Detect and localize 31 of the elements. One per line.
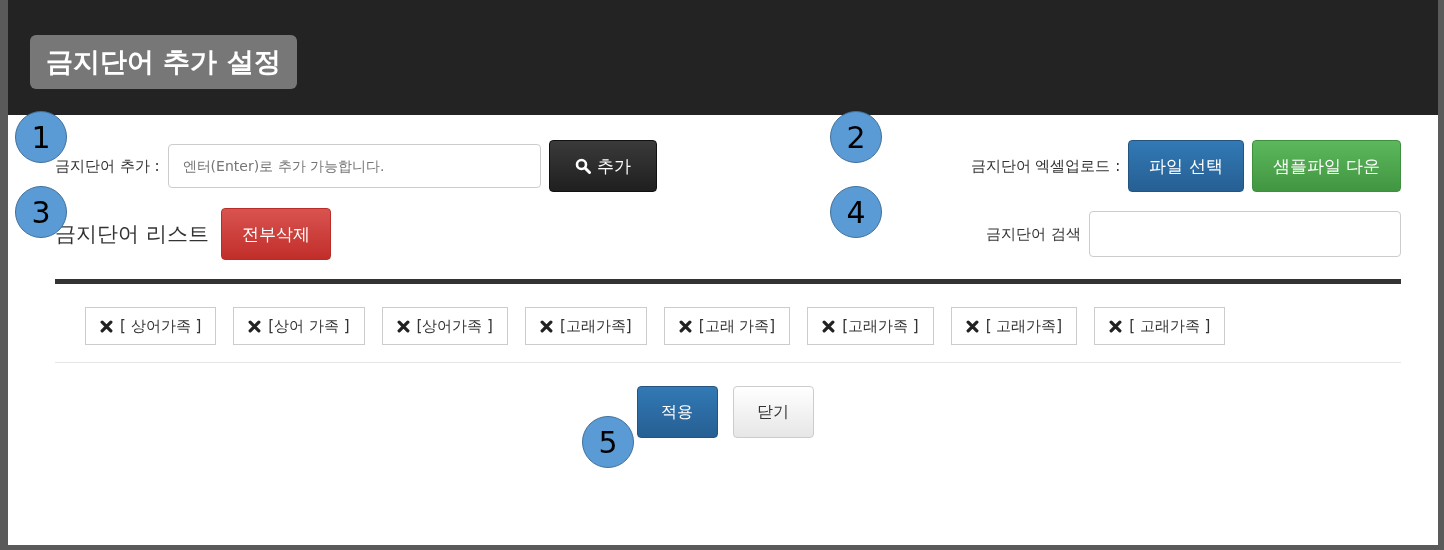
word-input[interactable]: 엔터(Enter)로 추가 가능합니다. bbox=[167, 144, 541, 188]
word-text: [ 고래가족 ] bbox=[1129, 316, 1211, 336]
upload-button[interactable]: 파일 선택 bbox=[1128, 140, 1244, 192]
search-icon bbox=[574, 158, 591, 174]
word-text: [ 상어가족 ] bbox=[120, 316, 202, 336]
remove-icon[interactable] bbox=[100, 319, 113, 333]
delete-all-button[interactable]: 전부삭제 bbox=[220, 208, 331, 260]
remove-icon[interactable] bbox=[965, 319, 979, 333]
callout-number: 4 bbox=[830, 186, 882, 238]
remove-icon[interactable] bbox=[396, 319, 410, 333]
word-text: [고래가족] bbox=[560, 316, 632, 336]
upload-label: 금지단어 엑셀업로드 : bbox=[970, 156, 1121, 176]
footer-button[interactable]: 적용 bbox=[636, 386, 718, 438]
search-field[interactable] bbox=[1089, 211, 1401, 257]
remove-icon[interactable] bbox=[678, 319, 692, 333]
word-text: [상어 가족 ] bbox=[268, 316, 350, 336]
callout-number: 2 bbox=[830, 111, 882, 163]
word-text: [고래가족 ] bbox=[842, 316, 919, 336]
word-text: [ 고래가족] bbox=[985, 316, 1063, 336]
search-label: 금지단어 검색 bbox=[986, 224, 1081, 244]
remove-icon[interactable] bbox=[248, 319, 262, 333]
word-text: [상어가족 ] bbox=[416, 316, 493, 336]
upload-button[interactable]: 샘플파일 다운 bbox=[1251, 140, 1401, 192]
remove-icon[interactable] bbox=[822, 319, 836, 333]
remove-icon[interactable] bbox=[1109, 319, 1123, 333]
footer-button[interactable]: 닫기 bbox=[732, 386, 814, 438]
callout-number: 5 bbox=[582, 416, 634, 468]
add-button[interactable]: 추가 bbox=[548, 140, 657, 192]
remove-icon[interactable] bbox=[540, 319, 553, 333]
word-text: [고래 가족] bbox=[698, 316, 776, 336]
dialog-title: 금지단어 추가 설정 bbox=[30, 35, 297, 89]
